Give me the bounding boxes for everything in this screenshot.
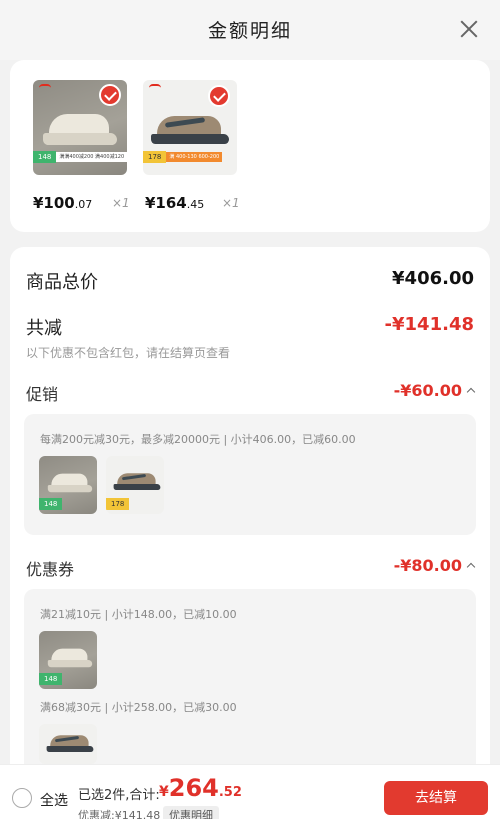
promo-badge: 148 满满400减200 满400减120 <box>33 151 127 163</box>
coupon-rule-1: 满21减10元 | 小计148.00，已减10.00 <box>40 608 237 621</box>
brand-logo-icon <box>39 84 51 90</box>
total-price-value: ¥406.00 <box>392 268 474 289</box>
brand-logo-icon <box>149 84 161 90</box>
coupon-product-thumb-2 <box>39 724 97 764</box>
promotion-product-thumb-2: 178 <box>106 456 164 514</box>
checked-icon[interactable] <box>99 84 121 106</box>
shoe-image <box>43 110 117 146</box>
product-image-1[interactable]: 148 满满400减200 满400减120 <box>33 80 127 175</box>
checkout-bar: 全选 已选2件,合计: ¥264.52 优惠减:¥141.48 优惠明细 去结算 <box>0 764 500 819</box>
coupon-toggle[interactable]: -¥80.00 <box>394 556 476 575</box>
total-discount-value: -¥141.48 <box>384 314 474 335</box>
promotion-toggle[interactable]: -¥60.00 <box>394 381 476 400</box>
grand-total: ¥264.52 <box>159 774 242 802</box>
promo-badge: 178 满 400-130 600-200 <box>143 151 223 163</box>
discount-detail-button[interactable]: 优惠明细 <box>163 806 219 819</box>
selected-products-card: 148 满满400减200 满400减120 ¥100.07 ×1 178 满 … <box>10 60 490 232</box>
coupon-product-thumb-1: 148 <box>39 631 97 689</box>
shoe-image <box>151 112 229 146</box>
checked-icon[interactable] <box>208 85 230 107</box>
coupon-label: 优惠券 <box>26 560 75 579</box>
promotion-detail-box: 每满200元减30元，最多减20000元 | 小计406.00，已减60.00 … <box>24 414 476 535</box>
selected-summary: 已选2件,合计: <box>78 788 160 803</box>
modal-title: 金额明细 <box>207 20 292 42</box>
close-icon[interactable] <box>458 18 480 40</box>
saved-amount: 优惠减:¥141.48 <box>78 809 161 819</box>
product-qty-1: ×1 <box>112 196 130 210</box>
total-discount-label: 共减 <box>26 318 62 339</box>
chevron-up-icon <box>466 562 476 572</box>
total-price-label: 商品总价 <box>26 272 98 293</box>
promotion-rule: 每满200元减30元，最多减20000元 | 小计406.00，已减60.00 <box>40 433 356 446</box>
discount-hint: 以下优惠不包含红包，请在结算页查看 <box>26 346 231 360</box>
modal-header: 金额明细 <box>0 0 500 60</box>
select-all-label[interactable]: 全选 <box>40 790 68 810</box>
promotion-label: 促销 <box>26 385 59 404</box>
promotion-product-thumb-1: 148 <box>39 456 97 514</box>
coupon-rule-2: 满68减30元 | 小计258.00，已减30.00 <box>40 701 237 714</box>
product-price-2: ¥164.45 <box>145 194 205 212</box>
product-price-1: ¥100.07 <box>33 194 93 212</box>
select-all-radio[interactable] <box>12 788 32 808</box>
chevron-up-icon <box>466 387 476 397</box>
product-qty-2: ×1 <box>222 196 240 210</box>
price-detail-card: 商品总价 ¥406.00 共减 -¥141.48 以下优惠不包含红包，请在结算页… <box>10 247 490 819</box>
checkout-button[interactable]: 去结算 <box>384 781 488 815</box>
